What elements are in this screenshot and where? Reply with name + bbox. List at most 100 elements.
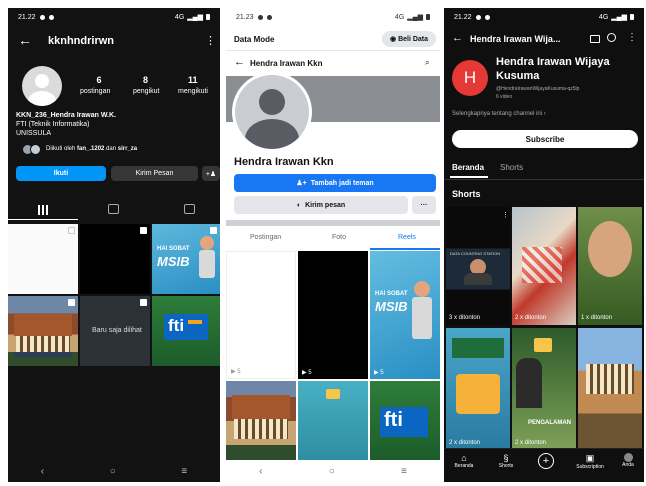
post-thumbnail[interactable]: Baru saja dilihat: [80, 296, 150, 366]
short-thumbnail[interactable]: 2 x ditonton: [446, 328, 510, 450]
followers-label[interactable]: pengikut: [133, 88, 159, 95]
short-views: 1 x ditonton: [581, 315, 613, 321]
add-friend-button[interactable]: ♟+ Tambah jadi teman: [234, 174, 436, 192]
followed-by-text: Diikuti oleh fan_.1202 dan sirr_za: [46, 146, 137, 152]
about-link[interactable]: Selengkapnya tentang channel ini ›: [452, 111, 546, 117]
short-thumbnail[interactable]: DATA COUNTING STATION ⋮ 3 x ditonton: [446, 207, 510, 325]
notification-icon: [484, 14, 490, 20]
followers-count[interactable]: 8: [143, 75, 148, 85]
video-count: 6 video: [496, 94, 513, 100]
message-button[interactable]: Kirim Pesan: [111, 166, 198, 181]
following-label[interactable]: mengikuti: [178, 88, 208, 95]
reel-thumbnail[interactable]: HAI SOBAT MSIB ▶ 5: [370, 251, 440, 379]
profile-header: ← Hendra Irawan Kkn ⌕: [226, 54, 440, 74]
message-button[interactable]: ◐ Kirim pesan: [234, 196, 408, 214]
tab-indicator: [450, 176, 488, 178]
nav-home-tab[interactable]: ⌂ Beranda: [452, 453, 476, 469]
more-button[interactable]: ···: [412, 196, 436, 214]
search-icon[interactable]: [607, 33, 616, 42]
nav-recents-icon[interactable]: ≡: [401, 466, 407, 477]
home-icon: ⌂: [461, 453, 467, 463]
nav-home-icon[interactable]: ○: [329, 466, 335, 477]
more-vert-icon[interactable]: ⋮: [627, 32, 637, 43]
nav-you-tab[interactable]: Anda: [616, 453, 640, 468]
logo-icon: [326, 389, 340, 399]
nav-home-icon[interactable]: ○: [110, 466, 116, 477]
equipment-image: [522, 247, 562, 283]
notification-icon: [266, 14, 272, 20]
nav-back-icon[interactable]: ‹: [41, 466, 44, 477]
network-label: 4G: [394, 13, 405, 21]
tile-text: PENGALAMAN: [528, 420, 571, 426]
short-thumbnail[interactable]: [578, 328, 642, 450]
reel-thumbnail[interactable]: ▶ 5: [226, 251, 296, 379]
avatar-placeholder: [235, 75, 309, 149]
post-thumbnail[interactable]: [8, 224, 78, 294]
follow-button[interactable]: Ikuti: [16, 166, 106, 181]
nav-label: Beranda: [454, 463, 474, 469]
search-icon[interactable]: ⌕: [425, 58, 429, 68]
short-thumbnail[interactable]: PENGALAMAN 2 x ditonton: [512, 328, 576, 450]
short-views: 2 x ditonton: [515, 315, 547, 321]
building-roof: [14, 314, 72, 336]
nav-label: Anda: [622, 462, 634, 468]
more-vert-icon[interactable]: ⋮: [205, 34, 216, 47]
section-divider: [226, 220, 440, 226]
tagged-tab-icon[interactable]: [184, 204, 195, 214]
reel-thumbnail[interactable]: fti: [370, 381, 440, 461]
avatar[interactable]: [22, 66, 62, 106]
short-views: 2 x ditonton: [449, 440, 481, 446]
reel-thumbnail[interactable]: [226, 381, 296, 461]
android-navbar: ‹ ○ ≡: [8, 460, 220, 482]
tile-text: MSIB: [157, 254, 190, 269]
post-thumbnail[interactable]: [8, 296, 78, 366]
add-person-icon[interactable]: +♟: [202, 166, 220, 181]
status-bar: 21.22 4G ▂▄▆: [444, 8, 644, 26]
tab-home[interactable]: Beranda: [452, 163, 484, 172]
reel-thumbnail[interactable]: [298, 381, 368, 461]
logo-accent: [188, 320, 202, 324]
tab-photos[interactable]: Foto: [332, 234, 346, 241]
post-thumbnail[interactable]: [80, 224, 150, 294]
tab-grid[interactable]: [8, 200, 78, 220]
cast-icon[interactable]: [590, 35, 600, 43]
tab-reels[interactable]: Reels: [398, 234, 416, 241]
channel-avatar[interactable]: H: [452, 60, 488, 96]
nav-back-icon[interactable]: ‹: [259, 466, 262, 477]
short-thumbnail[interactable]: 2 x ditonton: [512, 207, 576, 325]
subscribe-button[interactable]: Subscribe: [452, 130, 638, 148]
post-thumbnail[interactable]: HAI SOBAT MSIB: [152, 224, 220, 294]
tile-text: HAI SOBAT: [375, 291, 408, 297]
building-wall: [234, 419, 288, 439]
followed-by-name[interactable]: sirr_za: [118, 146, 137, 152]
back-arrow-icon[interactable]: ←: [452, 32, 463, 44]
buy-data-button[interactable]: ◉ Beli Data: [382, 31, 436, 47]
profile-picture[interactable]: [232, 72, 312, 152]
network-label: 4G: [174, 13, 185, 21]
cartoon-body: [412, 297, 432, 339]
more-vert-icon[interactable]: ⋮: [502, 211, 509, 219]
building-wall: [586, 364, 634, 394]
back-arrow-icon[interactable]: ←: [18, 32, 32, 48]
short-thumbnail[interactable]: 1 x ditonton: [578, 207, 642, 325]
nav-subscriptions-tab[interactable]: ▣ Subscription: [572, 453, 608, 470]
recently-viewed-label: Baru saja dilihat: [92, 327, 142, 334]
tab-posts[interactable]: Postingan: [250, 234, 281, 241]
followed-by-name[interactable]: fan_.1202: [77, 146, 104, 152]
nav-recents-icon[interactable]: ≡: [181, 466, 187, 477]
reels-tab-icon[interactable]: [108, 204, 119, 214]
followed-by-prefix: Diikuti oleh: [46, 146, 78, 152]
post-thumbnail[interactable]: fti: [152, 296, 220, 366]
status-time: 21.23: [236, 13, 254, 21]
tab-shorts[interactable]: Shorts: [500, 163, 523, 172]
nav-shorts-tab[interactable]: § Shorts: [494, 453, 518, 469]
battery-icon: [630, 14, 634, 20]
youtube-phone: 21.22 4G ▂▄▆ ← Hendra Irawan Wija... ⋮ H …: [444, 8, 644, 482]
following-count[interactable]: 11: [188, 75, 198, 85]
short-views: 3 x ditonton: [449, 315, 481, 321]
reel-thumbnail[interactable]: ▶ 5: [298, 251, 368, 379]
create-plus-icon[interactable]: +: [538, 453, 554, 469]
cartoon-body: [199, 250, 215, 278]
reel-count: 5: [308, 370, 312, 376]
back-arrow-icon[interactable]: ←: [234, 56, 245, 68]
